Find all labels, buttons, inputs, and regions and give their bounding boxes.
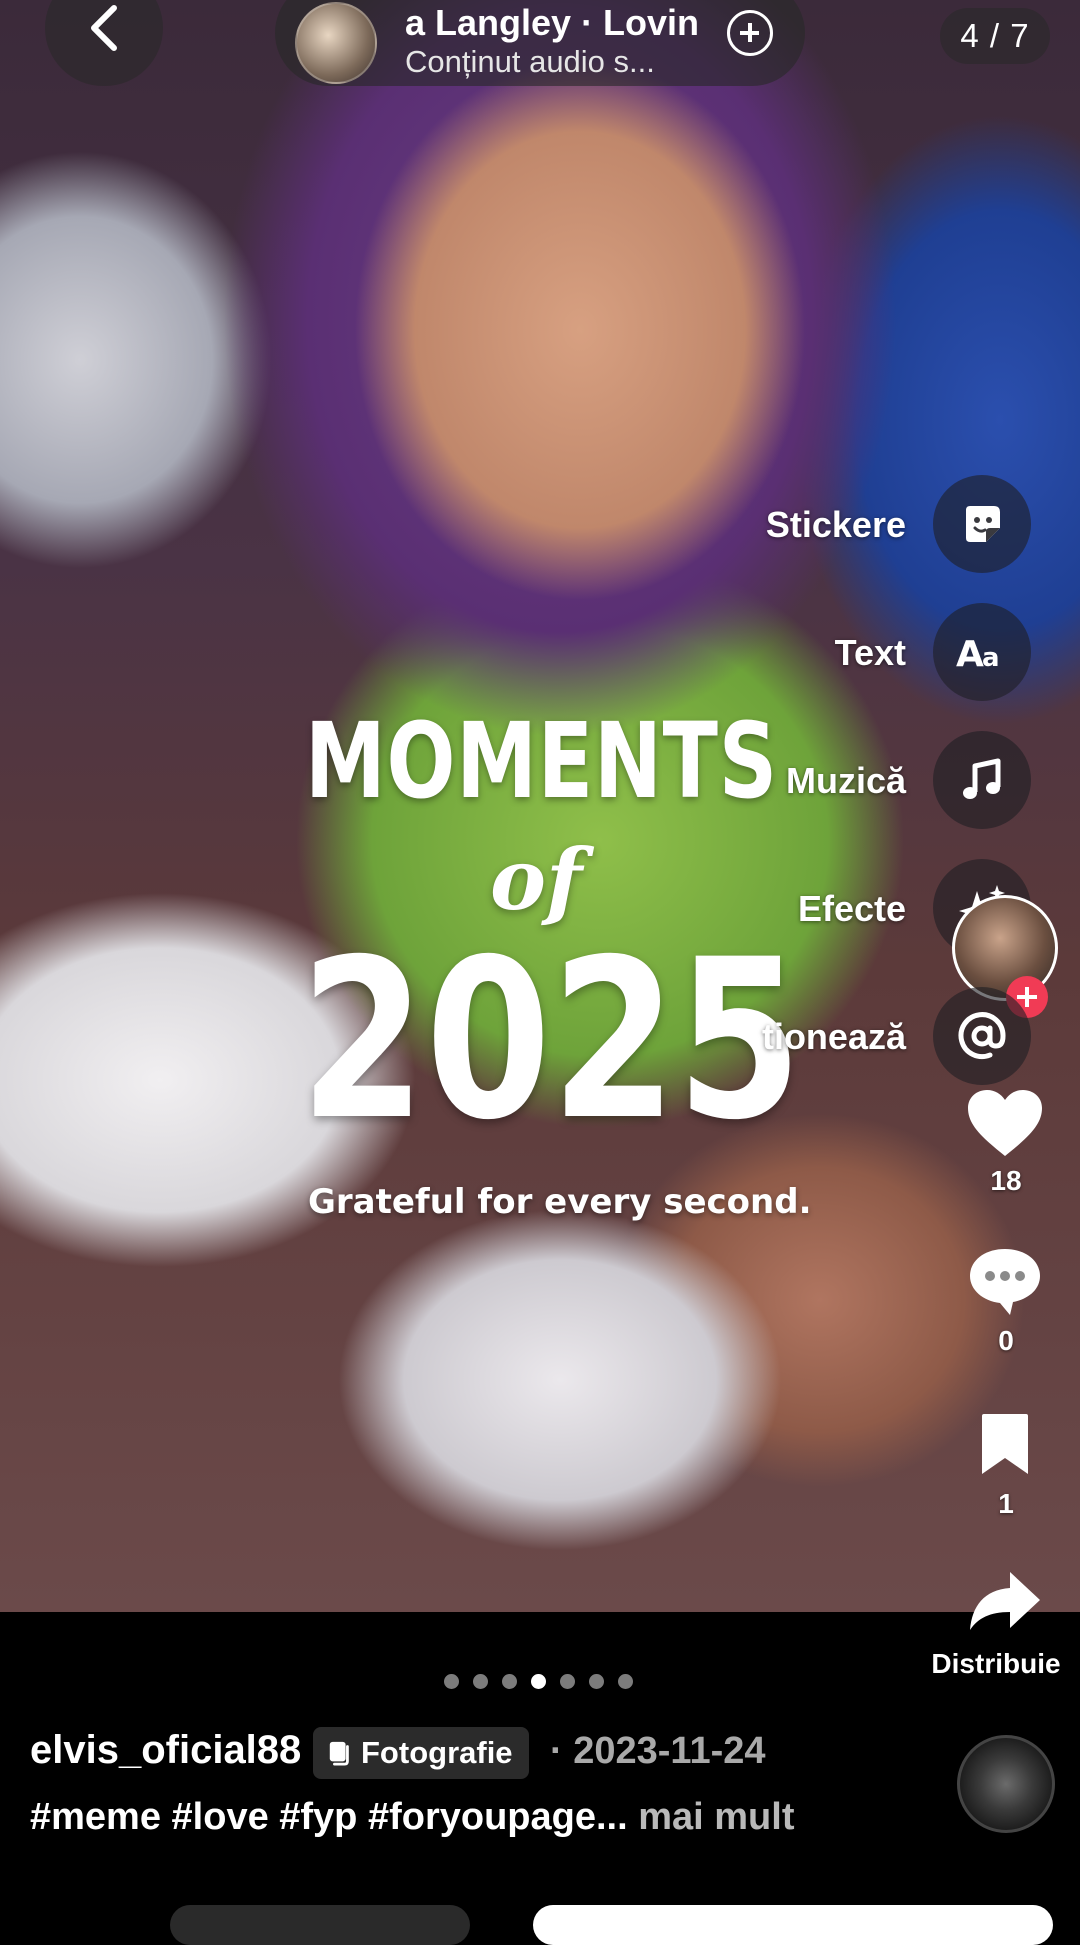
text-button[interactable]: A a bbox=[933, 603, 1031, 701]
tool-label-text[interactable]: Text bbox=[835, 632, 906, 674]
sound-subtitle: Conținut audio s... bbox=[405, 44, 655, 79]
chevron-left-icon bbox=[91, 5, 117, 51]
sound-pill[interactable]: a Langley · Lovin Conținut audio s... bbox=[275, 0, 805, 86]
carousel-dot[interactable] bbox=[502, 1674, 517, 1689]
tool-label-mention[interactable]: tionează bbox=[762, 1016, 906, 1058]
sound-title: a Langley · Lovin bbox=[405, 2, 700, 43]
post-username[interactable]: elvis_oficial88 bbox=[30, 1728, 301, 1773]
mention-button[interactable] bbox=[933, 987, 1031, 1085]
photo-stack-icon bbox=[329, 1741, 349, 1766]
music-button[interactable] bbox=[933, 731, 1031, 829]
like-count: 18 bbox=[990, 1165, 1022, 1196]
sticker-icon bbox=[966, 506, 1000, 542]
sound-cover-avatar bbox=[295, 2, 377, 84]
comment-icon[interactable] bbox=[966, 1245, 1044, 1317]
carousel-dot[interactable] bbox=[560, 1674, 575, 1689]
carousel-indicator[interactable] bbox=[444, 1674, 633, 1689]
bottom-bar-right[interactable] bbox=[533, 1905, 1053, 1945]
photo-type-label: Fotografie bbox=[361, 1735, 513, 1770]
more-link[interactable]: mai mult bbox=[628, 1796, 794, 1838]
music-note-icon bbox=[963, 758, 1001, 799]
overlay-title-year: 2025 bbox=[300, 912, 803, 1168]
carousel-dot-active[interactable] bbox=[531, 1674, 546, 1689]
sound-disc[interactable] bbox=[957, 1735, 1055, 1833]
caption-hashtags[interactable]: #meme #love #fyp #foryoupage... bbox=[30, 1796, 628, 1838]
overlay-tagline: Grateful for every second. bbox=[308, 1182, 812, 1222]
svg-text:A: A bbox=[956, 634, 984, 674]
stickers-button[interactable] bbox=[933, 475, 1031, 573]
carousel-dot[interactable] bbox=[589, 1674, 604, 1689]
svg-text:a: a bbox=[982, 643, 1000, 673]
comment-count: 0 bbox=[998, 1325, 1014, 1356]
bottom-bar-left[interactable] bbox=[170, 1905, 470, 1945]
post-caption[interactable]: #meme #love #fyp #foryoupage... mai mult bbox=[30, 1796, 794, 1839]
share-label[interactable]: Distribuie bbox=[920, 1648, 1072, 1680]
heart-icon[interactable] bbox=[966, 1088, 1044, 1158]
photo-counter: 4 / 7 bbox=[940, 8, 1050, 64]
post-date: · 2023-11-24 bbox=[550, 1730, 766, 1772]
at-mention-icon bbox=[958, 1012, 1006, 1060]
text-aa-icon: A a bbox=[956, 634, 1000, 674]
save-count: 1 bbox=[998, 1488, 1014, 1519]
carousel-dot[interactable] bbox=[473, 1674, 488, 1689]
share-arrow-icon[interactable] bbox=[966, 1568, 1044, 1634]
carousel-dot[interactable] bbox=[444, 1674, 459, 1689]
add-sound-plus-icon[interactable] bbox=[727, 10, 773, 56]
tool-label-music[interactable]: Muzică bbox=[786, 760, 906, 802]
carousel-dot[interactable] bbox=[618, 1674, 633, 1689]
tool-label-effects[interactable]: Efecte bbox=[798, 888, 906, 930]
bookmark-icon[interactable] bbox=[976, 1412, 1034, 1478]
tool-label-stickers[interactable]: Stickere bbox=[766, 504, 906, 546]
overlay-title-moments: MOMENTS bbox=[305, 700, 778, 822]
photo-type-badge[interactable]: Fotografie bbox=[313, 1727, 529, 1779]
